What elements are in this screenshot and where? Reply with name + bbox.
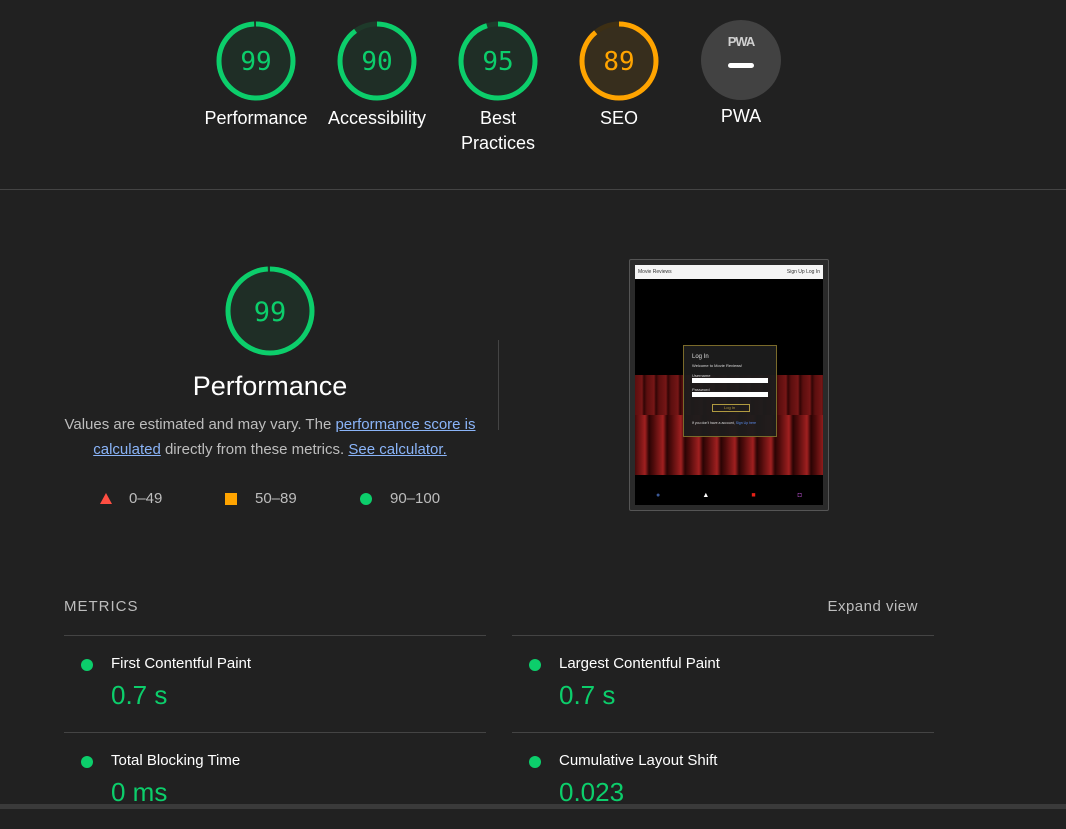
legend-pass: 90–100 [360, 490, 440, 507]
pass-circle-icon [529, 756, 541, 768]
gauge-label-line2: Practices [460, 133, 536, 153]
gauge-score: 89 [603, 47, 634, 77]
gauge-label: Performance [204, 108, 308, 128]
pwa-badge-icon: PWA [701, 20, 781, 100]
triangle-icon [100, 493, 112, 504]
thumbnail-site-name: Movie Reviews [638, 269, 672, 275]
final-screenshot-thumbnail[interactable]: Movie Reviews Sign Up Log In Log In Welc… [629, 259, 829, 511]
facebook-icon: ● [656, 492, 661, 499]
gauge-label: Best Practices [438, 106, 558, 156]
thumbnail-login-box: Log In Welcome to Movie Reviews! Usernam… [683, 345, 777, 437]
thumbnail-password-field [692, 392, 768, 397]
metric-value: 0.7 s [559, 680, 616, 710]
thumbnail-login-subtitle: Welcome to Movie Reviews! [692, 363, 743, 368]
metric-name: Largest Contentful Paint [559, 655, 720, 672]
metrics-title: METRICS [64, 598, 139, 615]
thumbnail-social-icons: ● ▲ ■ ◘ [635, 492, 823, 499]
gauge-accessibility-ring: 90 [337, 21, 417, 101]
thumbnail-signup-link: Sign Up here [735, 421, 757, 425]
metric-first-contentful-paint: First Contentful Paint 0.7 s [64, 635, 486, 732]
pass-circle-icon [81, 659, 93, 671]
gauge-label-line1: Best [479, 108, 517, 128]
metric-name: First Contentful Paint [111, 655, 252, 672]
horizontal-scrollbar[interactable] [0, 804, 1066, 809]
vertical-divider [498, 340, 499, 430]
performance-gauge: 99 [225, 266, 315, 356]
performance-description: Values are estimated and may vary. The p… [60, 412, 480, 462]
metric-largest-contentful-paint: Largest Contentful Paint 0.7 s [512, 635, 934, 732]
metric-total-blocking-time: Total Blocking Time 0 ms [64, 732, 486, 829]
thumbnail-navbar: Movie Reviews Sign Up Log In [635, 265, 823, 279]
gauge-performance-ring: 99 [216, 21, 296, 101]
thumbnail-page: Movie Reviews Sign Up Log In Log In Welc… [635, 265, 823, 505]
gauge-performance[interactable]: 99 Performance [196, 20, 316, 131]
thumbnail-nav-links: Sign Up Log In [786, 269, 820, 275]
thumbnail-login-title: Log In [692, 354, 709, 360]
metric-name: Cumulative Layout Shift [559, 752, 718, 769]
circle-icon [360, 492, 372, 505]
legend-average: 50–89 [225, 490, 297, 507]
youtube-icon: ■ [751, 492, 756, 499]
gauge-label: Accessibility [327, 108, 427, 128]
pass-circle-icon [529, 659, 541, 671]
category-gauges: 99 Performance 90 Accessibility 95 Best … [0, 0, 1066, 190]
metric-cumulative-layout-shift: Cumulative Layout Shift 0.023 [512, 732, 934, 829]
legend-fail: 0–49 [100, 490, 162, 507]
gauge-label: PWA [720, 106, 762, 126]
instagram-icon: ◘ [797, 492, 802, 499]
desc-text-1: Values are estimated and may vary. The [64, 416, 336, 433]
see-calculator-link[interactable]: See calculator. [348, 441, 446, 458]
gauge-score: 95 [482, 47, 513, 77]
metrics-header: METRICS Expand view [64, 598, 934, 616]
gauge-label: SEO [599, 108, 638, 128]
thumbnail-username-field [692, 378, 768, 383]
gauge-score: 90 [361, 47, 392, 77]
gauge-score: 99 [240, 47, 271, 77]
legend-average-range: 50–89 [255, 490, 297, 507]
gauge-seo[interactable]: 89 SEO [559, 20, 679, 131]
performance-title: Performance [192, 371, 348, 401]
metric-value: 0.7 s [111, 680, 168, 710]
pwa-badge-text: PWA [727, 34, 756, 49]
pass-circle-icon [81, 756, 93, 768]
legend-pass-range: 90–100 [390, 490, 441, 507]
expand-view-toggle[interactable]: Expand view [827, 598, 918, 615]
thumbnail-login-button: Log In [712, 404, 750, 412]
gauge-best-practices-ring: 95 [458, 21, 538, 101]
square-icon [225, 492, 237, 505]
gauge-accessibility[interactable]: 90 Accessibility [317, 20, 437, 131]
performance-score: 99 [254, 297, 287, 328]
thumbnail-signup-text: If you don't have a account, [692, 421, 735, 425]
gauge-pwa[interactable]: PWA PWA [681, 20, 801, 129]
gauge-seo-ring: 89 [579, 21, 659, 101]
gauge-best-practices[interactable]: 95 Best Practices [438, 20, 558, 156]
thumbnail-login-button-label: Log In [724, 405, 736, 410]
twitter-icon: ▲ [702, 492, 710, 499]
metric-name: Total Blocking Time [111, 752, 241, 769]
thumbnail-signup-prompt: If you don't have a account, Sign Up her… [692, 421, 756, 425]
pwa-dash-icon [728, 63, 754, 68]
performance-summary: 99 Performance Values are estimated and … [60, 265, 480, 462]
legend-fail-range: 0–49 [129, 490, 163, 507]
desc-text-2: directly from these metrics. [160, 441, 349, 458]
